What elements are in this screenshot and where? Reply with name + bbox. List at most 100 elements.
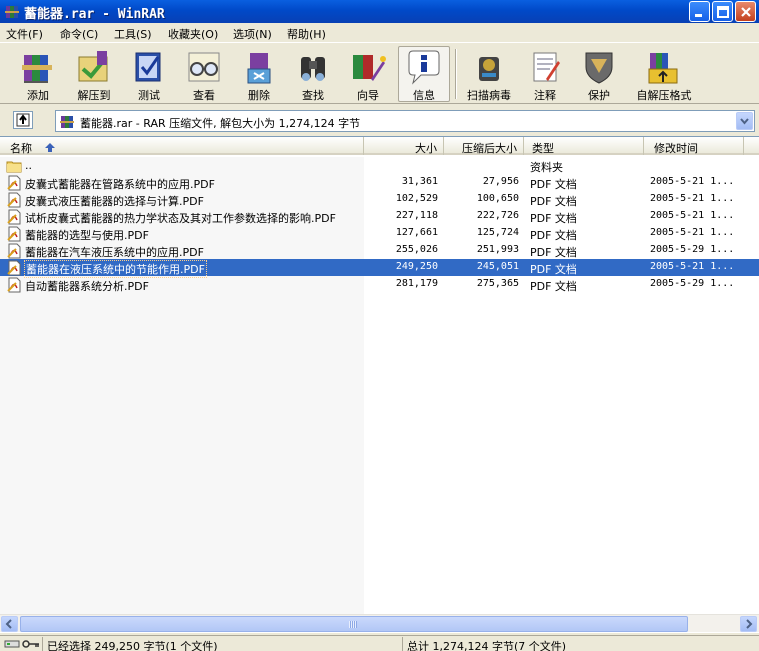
column-header-size[interactable]: 大小 <box>364 137 444 155</box>
file-modified: 2005-5-21 1... <box>650 261 735 272</box>
minimize-button[interactable] <box>689 1 710 22</box>
horizontal-scrollbar[interactable] <box>0 614 759 632</box>
toolbar-comment-button[interactable]: 注释 <box>522 47 568 103</box>
add-books-icon <box>22 55 52 83</box>
toolbar-find-button[interactable]: 查找 <box>288 47 338 103</box>
toolbar-test-button[interactable]: 测试 <box>124 47 174 103</box>
test-icon <box>135 52 161 82</box>
pdf-file-icon <box>7 260 21 276</box>
toolbar-comment-label: 注释 <box>534 89 556 102</box>
toolbar-view-button[interactable]: 查看 <box>178 47 230 103</box>
drive-icon <box>4 640 20 648</box>
toolbar-wizard-button[interactable]: 向导 <box>342 47 394 103</box>
maximize-button[interactable] <box>712 1 733 22</box>
file-packed-size: 27,956 <box>482 176 519 187</box>
toolbar-extract-button[interactable]: 解压到 <box>68 47 120 103</box>
file-type: PDF 文档 <box>530 280 577 293</box>
file-size: 249,250 <box>395 261 438 272</box>
toolbar-info-button[interactable]: 信息 <box>398 46 450 102</box>
comment-icon <box>533 52 560 82</box>
file-type: PDF 文档 <box>530 229 577 242</box>
toolbar-add-label: 添加 <box>27 89 49 102</box>
column-header-modified[interactable]: 修改时间 <box>644 137 744 155</box>
wizard-icon <box>353 55 386 81</box>
maximize-icon <box>717 6 729 18</box>
view-glasses-icon <box>188 52 220 82</box>
file-row[interactable]: 自动蓄能器系统分析.PDF 281,179 275,365 PDF 文档 2005-5-… <box>0 276 759 293</box>
extract-to-icon <box>78 51 108 82</box>
close-button[interactable] <box>735 1 756 22</box>
file-size: 102,529 <box>395 193 438 204</box>
file-packed-size: 245,051 <box>476 261 519 272</box>
address-dropdown-button[interactable] <box>736 112 753 130</box>
archive-path-field[interactable]: 蓄能器.rar - RAR 压缩文件, 解包大小为 1,274,124 字节 <box>55 110 755 132</box>
sfx-icon <box>648 53 678 84</box>
menu-favorites[interactable]: 收藏夹(O) <box>168 26 218 42</box>
file-modified: 2005-5-29 1... <box>650 244 735 255</box>
file-type: PDF 文档 <box>530 212 577 225</box>
winrar-app-icon[interactable] <box>4 4 20 20</box>
pdf-file-icon <box>7 209 21 225</box>
menu-command[interactable]: 命令(C) <box>60 26 98 42</box>
menu-bar: 文件(F) 命令(C) 工具(S) 收藏夹(O) 选项(N) 帮助(H) <box>0 23 759 42</box>
toolbar-wizard-label: 向导 <box>357 89 379 102</box>
scrollbar-thumb[interactable] <box>20 616 688 632</box>
toolbar: 添加 解压到 测试 查看 删除 查找 向导 信息 扫描病毒 注释 保护 自解压格… <box>0 42 759 104</box>
virus-scan-icon <box>479 57 499 81</box>
up-folder-button[interactable] <box>13 111 33 129</box>
file-row[interactable]: 皮囊式液压蓄能器的选择与计算.PDF 102,529 100,650 PDF 文档 20… <box>0 191 759 208</box>
file-modified: 2005-5-21 1... <box>650 193 735 204</box>
file-name: 皮囊式液压蓄能器的选择与计算.PDF <box>25 195 204 208</box>
file-row[interactable]: 试析皮囊式蓄能器的热力学状态及其对工作参数选择的影响.PDF 227,118 222… <box>0 208 759 225</box>
parent-folder-row[interactable]: .. 资料夹 <box>0 157 759 174</box>
file-size: 227,118 <box>395 210 438 221</box>
file-packed-size: 100,650 <box>476 193 519 204</box>
key-icon <box>22 640 39 648</box>
find-binoculars-icon <box>301 57 325 81</box>
file-type: 资料夹 <box>530 161 563 174</box>
status-total: 总计 1,274,124 字节(7 个文件) <box>402 637 759 651</box>
scroll-left-button[interactable] <box>1 616 18 632</box>
toolbar-sfx-button[interactable]: 自解压格式 <box>632 47 696 103</box>
file-row[interactable]: 蓄能器在汽车液压系统中的应用.PDF 255,026 251,993 PDF 文档 20… <box>0 242 759 259</box>
file-packed-size: 222,726 <box>476 210 519 221</box>
file-type: PDF 文档 <box>530 178 577 191</box>
status-bar: 已经选择 249,250 字节(1 个文件) 总计 1,274,124 字节(7… <box>0 635 759 651</box>
toolbar-extract-label: 解压到 <box>77 89 111 102</box>
toolbar-protect-button[interactable]: 保护 <box>576 47 622 103</box>
column-header-name[interactable]: 名称 <box>0 137 364 155</box>
menu-help[interactable]: 帮助(H) <box>287 26 326 42</box>
menu-options[interactable]: 选项(N) <box>233 26 272 42</box>
file-modified: 2005-5-21 1... <box>650 227 735 238</box>
sort-ascending-icon <box>44 143 55 152</box>
column-header-packed[interactable]: 压缩后大小 <box>444 137 524 155</box>
title-bar: 蓄能器.rar - WinRAR <box>0 0 759 23</box>
toolbar-separator <box>455 49 457 99</box>
toolbar-protect-label: 保护 <box>588 89 610 102</box>
file-name: 蓄能器的选型与使用.PDF <box>25 229 149 242</box>
column-header-type[interactable]: 类型 <box>524 137 644 155</box>
file-name: 皮囊式蓄能器在管路系统中的应用.PDF <box>25 178 215 191</box>
file-row[interactable]: 蓄能器在液压系统中的节能作用.PDF 249,250 245,051 PDF 文档 20… <box>0 259 759 278</box>
pdf-file-icon <box>7 175 21 191</box>
scroll-right-button[interactable] <box>740 616 757 632</box>
file-size: 31,361 <box>401 176 438 187</box>
file-modified: 2005-5-29 1... <box>650 278 735 289</box>
toolbar-add-button[interactable]: 添加 <box>12 47 64 103</box>
menu-tools[interactable]: 工具(S) <box>114 26 152 42</box>
menu-file[interactable]: 文件(F) <box>6 26 43 42</box>
file-type: PDF 文档 <box>530 246 577 259</box>
toolbar-scan-virus-button[interactable]: 扫描病毒 <box>462 47 516 103</box>
toolbar-delete-button[interactable]: 删除 <box>234 47 284 103</box>
archive-path-text: 蓄能器.rar - RAR 压缩文件, 解包大小为 1,274,124 字节 <box>80 117 361 130</box>
up-arrow-icon <box>16 113 30 127</box>
toolbar-info-label: 信息 <box>413 89 435 102</box>
file-row[interactable]: 蓄能器的选型与使用.PDF 127,661 125,724 PDF 文档 2005-5-… <box>0 225 759 242</box>
file-packed-size: 125,724 <box>476 227 519 238</box>
close-icon <box>741 7 751 17</box>
scrollbar-grip <box>349 621 357 628</box>
pdf-file-icon <box>7 192 21 208</box>
info-icon <box>408 50 440 85</box>
file-row[interactable]: 皮囊式蓄能器在管路系统中的应用.PDF 31,361 27,956 PDF 文档 200… <box>0 174 759 191</box>
file-modified: 2005-5-21 1... <box>650 210 735 221</box>
